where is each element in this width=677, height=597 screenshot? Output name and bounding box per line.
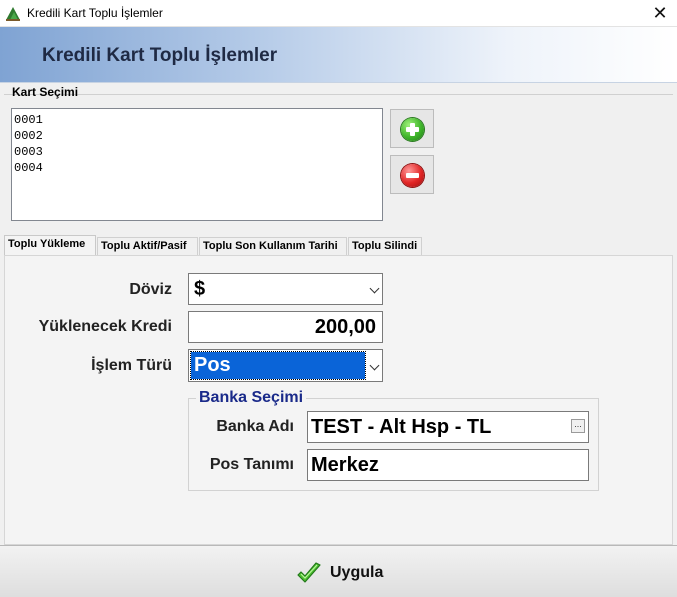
card-selection-label: Kart Seçimi <box>12 85 79 99</box>
operation-type-select[interactable]: Pos <box>188 349 383 382</box>
pos-definition-field[interactable]: Merkez <box>307 449 589 481</box>
bank-selection-title: Banka Seçimi <box>196 389 307 407</box>
pos-definition-value: Merkez <box>311 454 379 476</box>
remove-card-button[interactable] <box>390 155 434 194</box>
credit-label: Yüklenecek Kredi <box>38 318 172 335</box>
app-logo-icon <box>6 7 20 21</box>
red-minus-icon <box>401 164 424 187</box>
green-check-icon <box>297 562 321 583</box>
tab-toplu-son-kullanim-tarihi[interactable]: Toplu Son Kullanım Tarihi <box>199 237 347 255</box>
list-item[interactable]: 0004 <box>14 160 380 176</box>
bank-name-field[interactable]: TEST - Alt Hsp - TL ... <box>307 411 589 443</box>
pos-definition-label: Pos Tanımı <box>209 456 294 473</box>
green-plus-icon <box>401 118 424 141</box>
header-banner: Kredili Kart Toplu İşlemler <box>0 27 677 83</box>
currency-value: $ <box>194 278 206 300</box>
bank-name-value: TEST - Alt Hsp - TL <box>311 416 492 438</box>
tab-toplu-silindi[interactable]: Toplu Silindi <box>348 237 422 255</box>
chevron-down-icon <box>369 283 380 294</box>
currency-select[interactable]: $ <box>188 273 383 305</box>
window-titlebar: Kredili Kart Toplu İşlemler ✕ <box>0 0 677 27</box>
apply-bar: Uygula <box>0 545 677 597</box>
currency-label: Döviz <box>129 281 172 298</box>
tab-toplu-yukleme[interactable]: Toplu Yükleme <box>4 235 96 256</box>
credit-amount-value: 200,00 <box>314 316 376 338</box>
list-item[interactable]: 0002 <box>14 128 380 144</box>
list-item[interactable]: 0001 <box>14 112 380 128</box>
credit-amount-input[interactable]: 200,00 <box>188 311 383 343</box>
operation-type-label: İşlem Türü <box>91 357 172 374</box>
close-icon[interactable]: ✕ <box>643 0 677 27</box>
card-list[interactable]: 0001 0002 0003 0004 <box>11 108 383 221</box>
window-title: Kredili Kart Toplu İşlemler <box>27 6 163 20</box>
tab-toplu-aktif-pasif[interactable]: Toplu Aktif/Pasif <box>97 237 198 255</box>
operation-type-value: Pos <box>194 354 231 376</box>
bank-name-label: Banka Adı <box>216 418 294 435</box>
apply-label: Uygula <box>330 564 384 581</box>
ellipsis-icon[interactable]: ... <box>571 419 585 433</box>
list-item[interactable]: 0003 <box>14 144 380 160</box>
page-title: Kredili Kart Toplu İşlemler <box>42 45 278 66</box>
add-card-button[interactable] <box>390 109 434 148</box>
chevron-down-icon <box>369 360 380 370</box>
